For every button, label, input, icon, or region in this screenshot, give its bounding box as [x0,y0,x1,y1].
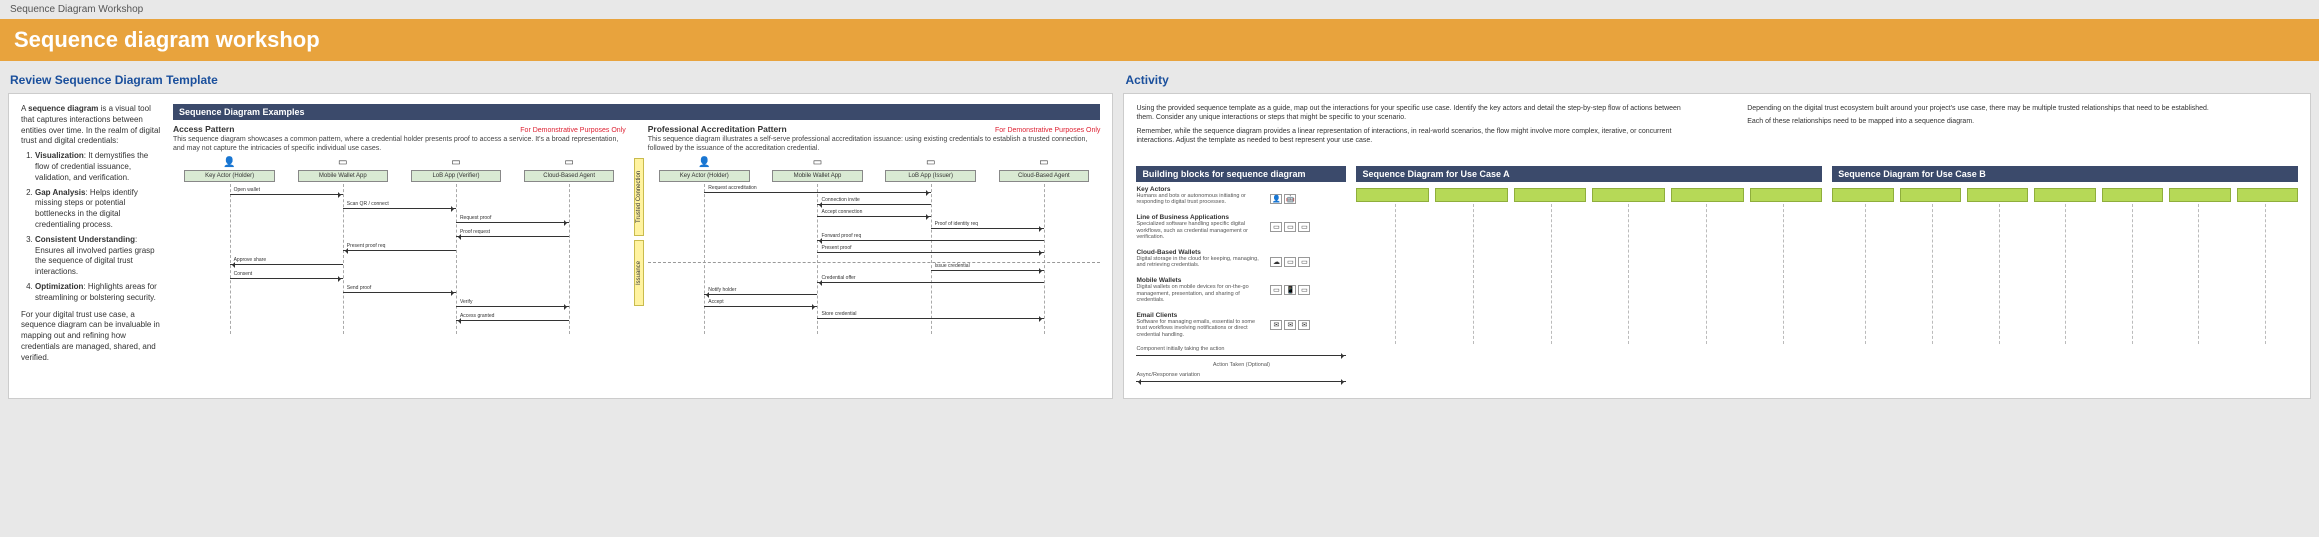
arrow-open-label: Component initially taking the action [1136,346,1346,352]
sequence-actor: ▭LoB App (Verifier) [399,158,512,183]
sequence-message: Scan QR / connect [343,208,456,216]
review-card: A sequence diagram is a visual tool that… [8,93,1113,399]
review-outro: For your digital trust use case, a seque… [21,310,161,364]
accred-sequence: Trusted Connection Issuance 👤Key Actor (… [648,158,1101,335]
review-title: Review Sequence Diagram Template [8,69,1113,93]
usecase-actor-slot[interactable] [1671,188,1744,202]
sequence-actor: ▭Cloud-Based Agent [987,158,1100,183]
page-title-banner: Sequence diagram workshop [0,19,2319,61]
accred-desc: This sequence diagram illustrates a self… [648,136,1101,154]
review-bullet: Optimization: Highlights areas for strea… [35,282,161,304]
sequence-message: Issue credential [931,270,1044,278]
review-bullet: Gap Analysis: Helps identify missing ste… [35,188,161,231]
sequence-actor: 👤Key Actor (Holder) [173,158,286,183]
access-demo-note: For Demonstrative Purposes Only [520,127,625,134]
sequence-message: Open wallet [230,194,343,202]
usecase-actor-slot[interactable] [2237,188,2298,202]
arrow-closed-label: Async/Response variation [1136,372,1346,378]
side-label-trusted: Trusted Connection [634,158,644,236]
usecase-a-header: Sequence Diagram for Use Case A [1356,166,1822,182]
review-bullet: Visualization: It demystifies the flow o… [35,151,161,183]
sequence-message: Accept connection [817,216,930,224]
review-intro-column: A sequence diagram is a visual tool that… [21,104,161,388]
building-block: Cloud-Based WalletsDigital storage in th… [1136,249,1346,269]
access-title: Access Pattern [173,124,234,134]
usecase-actor-slot[interactable] [1435,188,1508,202]
activity-intro-2a: Depending on the digital trust ecosystem… [1747,104,2298,113]
example-access: Access Pattern For Demonstrative Purpose… [173,124,626,334]
sequence-message: Send proof [343,292,456,300]
sequence-message: Accept [704,306,817,314]
access-sequence: 👤Key Actor (Holder)▭Mobile Wallet App▭Lo… [173,158,626,335]
building-block: Mobile WalletsDigital wallets on mobile … [1136,277,1346,304]
sequence-actor: ▭Mobile Wallet App [286,158,399,183]
accred-title: Professional Accreditation Pattern [648,124,787,134]
usecase-actor-slot[interactable] [1592,188,1665,202]
arrow-sample-open: Component initially taking the action Ac… [1136,346,1346,368]
sequence-message: Present proof req [343,250,456,258]
activity-intro: Using the provided sequence template as … [1136,104,2298,146]
sequence-message: Credential offer [817,282,1043,290]
usecase-actor-slot[interactable] [1900,188,1961,202]
arrow-sample-closed: Async/Response variation [1136,372,1346,382]
access-desc: This sequence diagram showcases a common… [173,136,626,154]
sequence-actor: ▭LoB App (Issuer) [874,158,987,183]
building-block: Line of Business ApplicationsSpecialized… [1136,214,1346,241]
sequence-message: Consent [230,278,343,286]
usecase-actor-slot[interactable] [1832,188,1893,202]
sequence-message: Access granted [456,320,569,328]
sequence-message: Proof of identity req [931,228,1044,236]
usecase-actor-slot[interactable] [2169,188,2230,202]
sequence-message: Proof request [456,236,569,244]
example-accreditation: Professional Accreditation Pattern For D… [634,124,1101,334]
building-block: Key ActorsHumans and bots or autonomous … [1136,186,1346,206]
usecase-actor-slot[interactable] [2034,188,2095,202]
side-label-issuance: Issuance [634,240,644,306]
activity-card: Using the provided sequence template as … [1123,93,2311,399]
accred-demo-note: For Demonstrative Purposes Only [995,127,1100,134]
intro-term: sequence diagram [28,104,98,113]
usecase-actor-slot[interactable] [2102,188,2163,202]
sequence-actor: 👤Key Actor (Holder) [648,158,761,183]
breadcrumb: Sequence Diagram Workshop [0,0,2319,19]
sequence-actor: ▭Mobile Wallet App [761,158,874,183]
activity-intro-2b: Each of these relationships need to be m… [1747,117,2298,126]
sequence-message: Store credential [817,318,1043,326]
examples-header: Sequence Diagram Examples [173,104,1100,120]
panels-row: Review Sequence Diagram Template A seque… [0,61,2319,407]
usecase-actor-slot[interactable] [1356,188,1429,202]
building-block: Email ClientsSoftware for managing email… [1136,312,1346,339]
usecase-actor-slot[interactable] [1967,188,2028,202]
usecase-actor-slot[interactable] [1750,188,1823,202]
activity-intro-1b: Remember, while the sequence diagram pro… [1136,127,1687,146]
review-bullet: Consistent Understanding: Ensures all in… [35,235,161,278]
activity-title: Activity [1123,69,2311,93]
usecase-actor-slot[interactable] [1514,188,1587,202]
activity-intro-1a: Using the provided sequence template as … [1136,104,1687,123]
building-blocks-column: Building blocks for sequence diagram Key… [1136,166,1346,389]
usecase-a-column: Sequence Diagram for Use Case A [1356,166,1822,389]
usecase-b-header: Sequence Diagram for Use Case B [1832,166,2298,182]
sequence-actor: ▭Cloud-Based Agent [513,158,626,183]
sequence-message: Present proof [817,252,1043,260]
sequence-message: Request accreditation [704,192,930,200]
examples-column: Sequence Diagram Examples Access Pattern… [173,104,1100,388]
arrow-open-sublabel: Action Taken (Optional) [1136,362,1346,368]
usecase-b-column: Sequence Diagram for Use Case B [1832,166,2298,389]
blocks-header: Building blocks for sequence diagram [1136,166,1346,182]
